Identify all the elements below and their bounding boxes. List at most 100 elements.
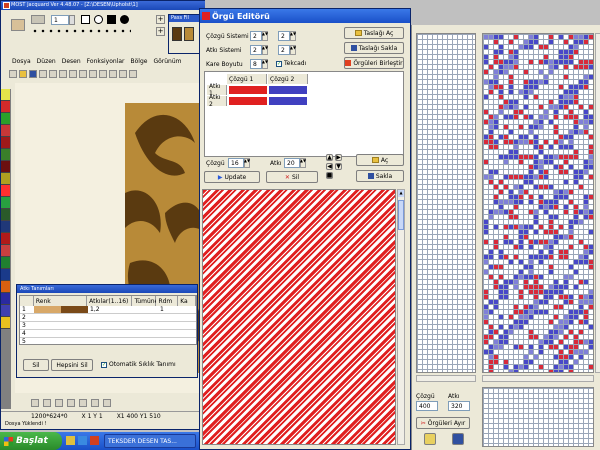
circle-tool-icon[interactable]: [94, 15, 103, 24]
undo-icon[interactable]: [79, 70, 87, 78]
atki-delete-all-button[interactable]: Hepsini Sil: [51, 359, 93, 371]
atki-panel-title-bar[interactable]: Atkı Tanımları: [17, 285, 197, 293]
main-title-bar[interactable]: MOST Jacquard Ver 4.48.07 - [Z:\DESEN\Up…: [1, 1, 205, 10]
brush-size-dots[interactable]: [31, 28, 131, 34]
right-cozgu-field[interactable]: 400: [416, 401, 438, 411]
quicklaunch-icon-2[interactable]: [78, 436, 87, 445]
fill-rect-tool-icon[interactable]: [107, 15, 116, 24]
table-row[interactable]: 4: [20, 330, 196, 338]
palette-color-4[interactable]: [1, 137, 10, 149]
palette-color-1[interactable]: [1, 101, 10, 113]
open-small-icon[interactable]: [424, 433, 436, 445]
side-swatch-1[interactable]: [172, 27, 182, 41]
matrix-cell-1-1[interactable]: [229, 86, 267, 94]
row-color[interactable]: [34, 306, 88, 313]
kare-boyutu-field[interactable]: 8: [250, 59, 262, 69]
rect-icon[interactable]: [79, 399, 87, 407]
new-file-icon[interactable]: [9, 70, 17, 78]
cozgu-field[interactable]: 16: [228, 158, 244, 168]
lower-grid[interactable]: [482, 387, 594, 447]
table-row[interactable]: 2: [20, 314, 196, 322]
cut-icon[interactable]: [49, 70, 57, 78]
taskbar-task-1[interactable]: TEKSDER DESEN TAS...: [104, 434, 196, 448]
toolbar-value-field[interactable]: 1: [51, 15, 69, 25]
palette-color-3[interactable]: [1, 125, 10, 137]
plus-icon[interactable]: +: [156, 15, 165, 24]
palette-color-17[interactable]: [1, 293, 10, 305]
palette-color-5[interactable]: [1, 149, 10, 161]
ac-button[interactable]: Aç: [356, 154, 404, 166]
start-button[interactable]: Başlat: [0, 432, 62, 450]
cozgu-sistemi-spin-1[interactable]: ▲▼: [262, 31, 268, 41]
grid-icon[interactable]: [91, 399, 99, 407]
table-row[interactable]: 1 1,2 1: [20, 306, 196, 314]
quicklaunch-icon-1[interactable]: [66, 436, 75, 445]
color-swatch[interactable]: [11, 19, 25, 31]
zoom-in-icon[interactable]: [109, 70, 117, 78]
palette-color-8[interactable]: [1, 185, 10, 197]
menu-desen[interactable]: Desen: [59, 58, 84, 65]
side-swatch-2[interactable]: [184, 27, 194, 41]
palette-color-2[interactable]: [1, 113, 10, 125]
palette-color-9[interactable]: [1, 197, 10, 209]
empty-grid[interactable]: [416, 33, 476, 373]
palette-color-18[interactable]: [1, 305, 10, 317]
orguleri-birlestir-button[interactable]: Örgüleri Birleştir: [344, 57, 404, 69]
arrow-left-icon[interactable]: ◀: [326, 163, 333, 170]
palette-color-15[interactable]: [1, 269, 10, 281]
checkbox-icon[interactable]: ✓: [101, 361, 107, 368]
menu-duzen[interactable]: Düzen: [34, 58, 59, 65]
redo-icon[interactable]: [89, 70, 97, 78]
taslak-sakla-button[interactable]: Taslağı Sakla: [344, 42, 404, 54]
menu-dosya[interactable]: Dosya: [9, 58, 34, 65]
orgu-title-bar[interactable]: Örgü Editörü: [200, 9, 410, 23]
scroll-up-arrow[interactable]: ▲: [398, 190, 404, 197]
atki-spin[interactable]: ▲▼: [300, 158, 306, 168]
atki-sistemi-spin-2[interactable]: ▲▼: [290, 45, 296, 55]
palette-color-10[interactable]: [1, 209, 10, 221]
copy-icon[interactable]: [59, 70, 67, 78]
vertical-scrollbar[interactable]: [595, 33, 600, 373]
sakla-button[interactable]: Sakla: [356, 170, 404, 182]
atki-sistemi-field-1[interactable]: 2: [250, 45, 262, 55]
menu-fonksiyonlar[interactable]: Fonksiyonlar: [84, 58, 128, 65]
print-icon[interactable]: [39, 70, 47, 78]
paste-icon[interactable]: [69, 70, 77, 78]
line-width-icon[interactable]: [31, 15, 45, 24]
palette-color-0[interactable]: [1, 89, 10, 101]
zoom-fit-icon[interactable]: [129, 70, 137, 78]
palette-color-13[interactable]: [1, 245, 10, 257]
open-folder-icon[interactable]: [19, 70, 27, 78]
cozgu-spin[interactable]: ▲▼: [244, 158, 250, 168]
save-icon[interactable]: [29, 70, 37, 78]
fill-icon[interactable]: [103, 399, 111, 407]
save-small-icon[interactable]: [452, 433, 464, 445]
jacquard-grid[interactable]: [482, 33, 594, 373]
palette-color-7[interactable]: [1, 173, 10, 185]
matrix-cell-2-2[interactable]: [269, 97, 307, 105]
cozgu-sistemi-field-2[interactable]: 2: [278, 31, 290, 41]
atki-sistemi-field-2[interactable]: 2: [278, 45, 290, 55]
update-button[interactable]: ▶ Update: [204, 171, 260, 183]
cozgu-sistemi-field-1[interactable]: 2: [250, 31, 262, 41]
arrow-right-icon[interactable]: ▶: [335, 154, 342, 161]
tekcadir-checkbox[interactable]: ✓ Tekcadı: [276, 60, 306, 67]
cozgu-sistemi-spin-2[interactable]: ▲▼: [290, 31, 296, 41]
refresh-icon[interactable]: [99, 70, 107, 78]
palette-color-11[interactable]: [1, 221, 10, 233]
menu-bolge[interactable]: Bölge: [128, 58, 151, 65]
line-icon[interactable]: [67, 399, 75, 407]
weave-grid-scrollbar[interactable]: ▲: [397, 189, 405, 445]
tool-icon-1[interactable]: [31, 399, 39, 407]
tool-icon-2[interactable]: [43, 399, 51, 407]
right-atki-field[interactable]: 320: [448, 401, 470, 411]
rect-tool-icon[interactable]: [81, 15, 90, 24]
stepper-icon[interactable]: [69, 15, 75, 25]
table-row[interactable]: 3: [20, 322, 196, 330]
palette-color-16[interactable]: [1, 281, 10, 293]
scroll-thumb[interactable]: [398, 200, 404, 230]
orguleri-ayir-button[interactable]: ✂ Örgüleri Ayır: [416, 417, 470, 429]
left-grid-scrollbar[interactable]: [416, 375, 476, 382]
checkbox-icon[interactable]: ✓: [276, 60, 282, 67]
atki-delete-button[interactable]: Sil: [23, 359, 49, 371]
